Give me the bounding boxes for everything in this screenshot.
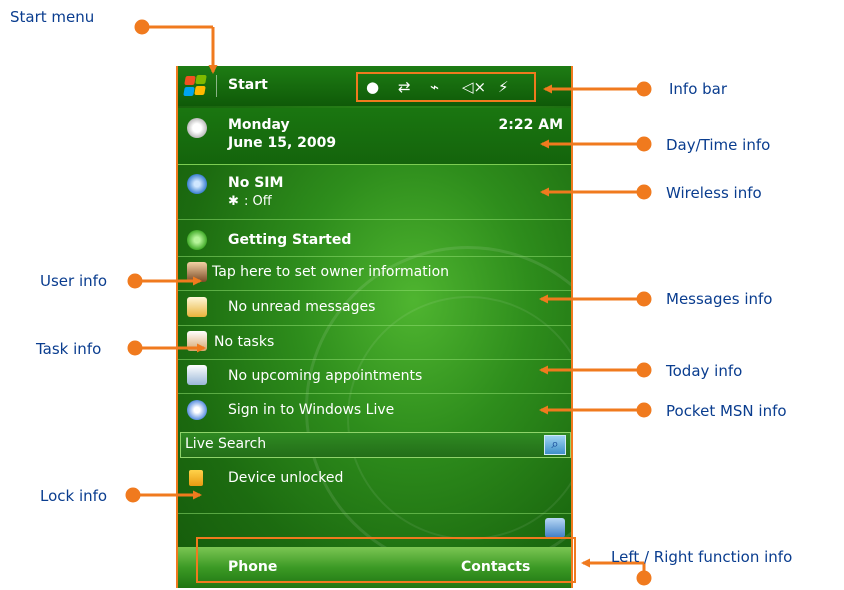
callout-user: User info — [40, 272, 108, 290]
callout-messages: Messages info — [666, 290, 773, 308]
callout-dot — [636, 291, 652, 307]
callout-dot — [125, 487, 141, 503]
callout-task: Task info — [36, 340, 102, 358]
callout-dot — [636, 184, 652, 200]
callout-pocket-msn: Pocket MSN info — [666, 402, 787, 420]
callout-dot — [636, 362, 652, 378]
callout-info-bar: Info bar — [669, 80, 728, 98]
callout-dot — [134, 19, 150, 35]
callout-start-menu: Start menu — [10, 8, 95, 26]
callout-today: Today info — [666, 362, 743, 380]
callout-dot — [127, 340, 143, 356]
callout-wireless: Wireless info — [666, 184, 762, 202]
callout-lock: Lock info — [40, 487, 108, 505]
callout-dot — [127, 273, 143, 289]
callout-day-time: Day/Time info — [666, 136, 771, 154]
callout-dot — [636, 402, 652, 418]
callout-dot — [636, 136, 652, 152]
callout-function: Left / Right function info — [611, 548, 793, 566]
callout-dot — [636, 570, 652, 586]
callout-dot — [636, 81, 652, 97]
